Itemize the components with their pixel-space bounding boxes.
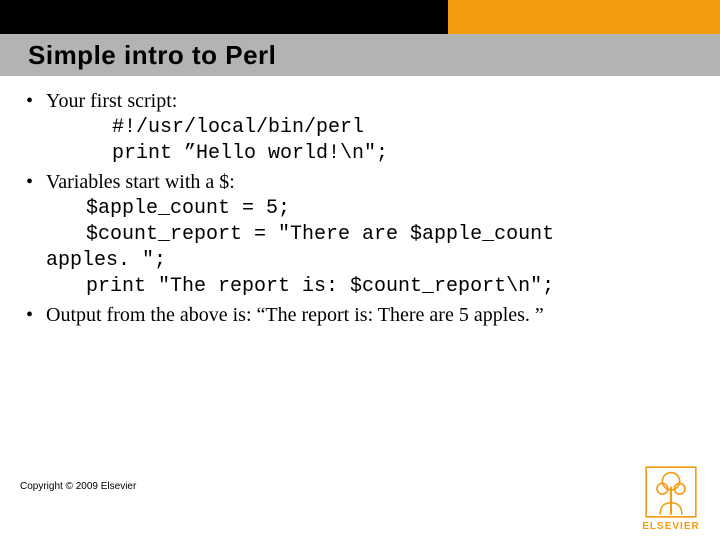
bullet-2: Variables start with a $: $apple_count =… xyxy=(20,169,700,300)
slide: Simple intro to Perl Your first script: … xyxy=(0,0,720,540)
bullet-3: Output from the above is: “The report is… xyxy=(20,302,700,329)
bullet-2-text: Variables start with a $: xyxy=(46,171,235,193)
elsevier-logo-text: ELSEVIER xyxy=(640,521,702,532)
header-orange-bar xyxy=(448,0,720,34)
bullet-1-text: Your first script: xyxy=(46,90,177,112)
bullet-3-text: Output from the above is: “The report is… xyxy=(46,304,544,326)
title-bar: Simple intro to Perl xyxy=(0,34,720,76)
code-line-3: $apple_count = 5; xyxy=(46,196,700,222)
elsevier-logo: ELSEVIER xyxy=(640,465,702,532)
slide-body: Your first script: #!/usr/local/bin/perl… xyxy=(20,86,700,329)
code-line-5: apples. "; xyxy=(46,248,700,274)
elsevier-tree-icon xyxy=(644,465,698,519)
code-line-6: print "The report is: $count_report\n"; xyxy=(46,274,700,300)
code-line-4: $count_report = "There are $apple_count xyxy=(46,222,700,248)
bullet-1: Your first script: #!/usr/local/bin/perl… xyxy=(20,88,700,167)
slide-title: Simple intro to Perl xyxy=(28,40,276,71)
code-line-1: #!/usr/local/bin/perl xyxy=(46,115,700,141)
copyright-text: Copyright © 2009 Elsevier xyxy=(20,481,136,492)
code-line-2: print ”Hello world!\n"; xyxy=(46,141,700,167)
